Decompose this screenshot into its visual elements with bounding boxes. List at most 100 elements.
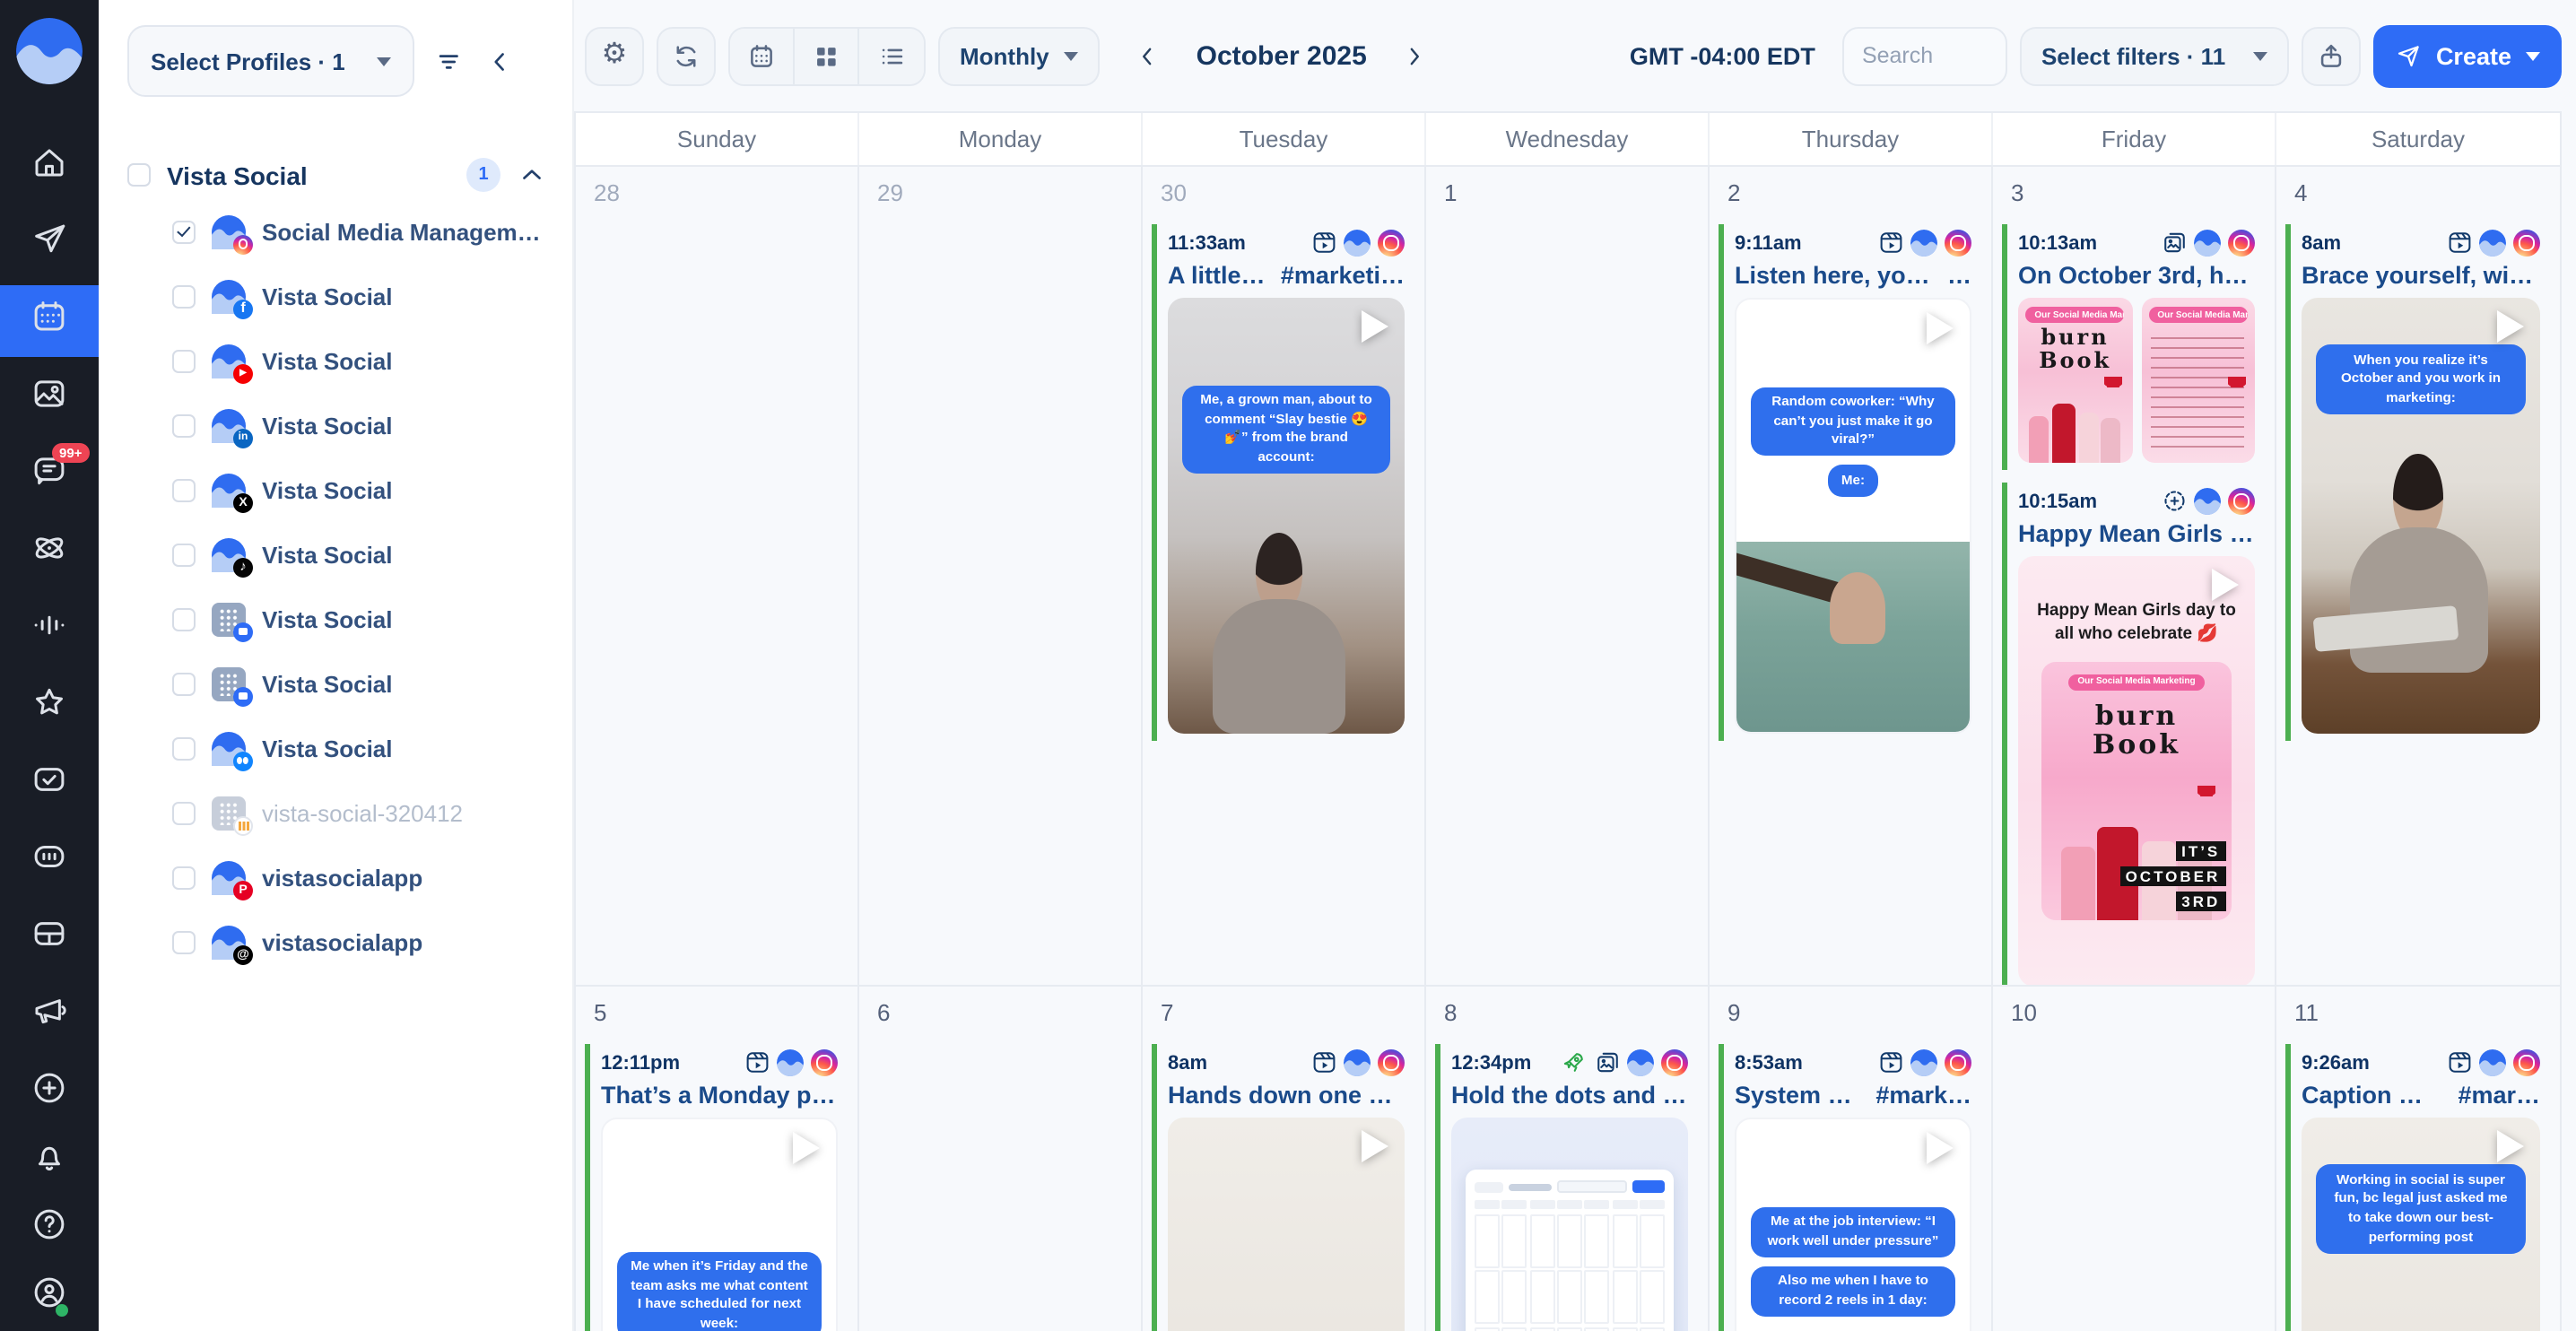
collapse-panel-button[interactable] bbox=[484, 46, 515, 76]
profile-row[interactable]: Vista Social bbox=[127, 587, 547, 651]
sidebar-item-send[interactable] bbox=[0, 207, 99, 279]
profile-row[interactable]: Vista Social bbox=[127, 393, 547, 457]
profile-checkbox[interactable] bbox=[172, 866, 196, 889]
profile-row[interactable]: Vista Social bbox=[127, 457, 547, 522]
profile-checkbox[interactable] bbox=[172, 220, 196, 243]
post-card[interactable]: 12:11pmThat’s a Monday proble…Me when it… bbox=[585, 1044, 845, 1331]
list-view-button[interactable] bbox=[859, 28, 924, 83]
export-button[interactable] bbox=[2302, 26, 2361, 85]
calendar-cell[interactable]: 28 bbox=[576, 167, 859, 985]
group-checkbox[interactable] bbox=[127, 163, 151, 187]
post-thumbnail[interactable]: Me at the job interview: “I work well un… bbox=[1735, 1118, 1971, 1331]
post-card[interactable]: 8amHands down one of the… bbox=[1152, 1044, 1412, 1331]
post-card[interactable]: 11:33amA little BTS#marketi…Me, a grown … bbox=[1152, 224, 1412, 741]
sidebar-item-plus[interactable] bbox=[0, 1058, 99, 1127]
period-dropdown[interactable]: Monthly bbox=[938, 26, 1100, 85]
rocket-icon bbox=[1561, 1050, 1587, 1076]
profile-row[interactable]: Vista Social bbox=[127, 264, 547, 328]
sidebar-item-image[interactable] bbox=[0, 361, 99, 433]
sidebar-item-bell[interactable] bbox=[0, 1127, 99, 1195]
calendar-cell[interactable]: 310:13amOn October 3rd, he ask…Our Socia… bbox=[1993, 167, 2276, 985]
sidebar-item-help[interactable] bbox=[0, 1195, 99, 1263]
sidebar-item-layout[interactable] bbox=[0, 901, 99, 973]
profile-group-row[interactable]: Vista Social 1 bbox=[127, 158, 547, 192]
calendar-cell[interactable]: 512:11pmThat’s a Monday proble…Me when i… bbox=[576, 987, 859, 1331]
post-thumbnail[interactable] bbox=[1168, 1118, 1405, 1331]
sidebar-item-star[interactable] bbox=[0, 670, 99, 742]
next-month-button[interactable] bbox=[1394, 32, 1437, 79]
post-title: That’s a Monday proble… bbox=[601, 1078, 838, 1112]
sidebar-item-calendar[interactable] bbox=[0, 284, 99, 356]
post-card[interactable]: 12:34pmHold the dots and scrol… bbox=[1435, 1044, 1695, 1331]
filters-dropdown[interactable]: Select filters · 11 bbox=[2020, 26, 2289, 85]
sidebar-item-home[interactable] bbox=[0, 130, 99, 202]
select-profiles-dropdown[interactable]: Select Profiles · 1 bbox=[127, 25, 414, 97]
profile-checkbox[interactable] bbox=[172, 672, 196, 695]
post-thumbnail[interactable]: Random coworker: “Why can’t you just mak… bbox=[1735, 298, 1971, 734]
post-card[interactable]: 9:26amCaption 😐👍#mar…Working in social i… bbox=[2285, 1044, 2547, 1331]
profile-checkbox[interactable] bbox=[172, 736, 196, 760]
sidebar-item-user[interactable] bbox=[0, 1263, 99, 1331]
search-input[interactable] bbox=[1842, 26, 2007, 85]
instagram-icon bbox=[811, 1049, 838, 1076]
post-thumbnail[interactable]: When you realize it’s October and you wo… bbox=[2302, 298, 2540, 734]
calendar-cell[interactable]: 3011:33amA little BTS#marketi…Me, a grow… bbox=[1143, 167, 1426, 985]
profile-row[interactable]: vista-social-320412 bbox=[127, 780, 547, 845]
sidebar-item-network[interactable] bbox=[0, 516, 99, 587]
profile-checkbox[interactable] bbox=[172, 801, 196, 824]
calendar-cell[interactable]: 98:53amSystem error#mark…Me at the job i… bbox=[1710, 987, 1993, 1331]
calendar-cell[interactable]: 1 bbox=[1426, 167, 1710, 985]
post-card[interactable]: 8amBrace yourself, winter is…When you re… bbox=[2285, 224, 2547, 741]
refresh-button[interactable] bbox=[657, 26, 716, 85]
post-thumbnail[interactable]: Our Social Media Marketingburn BookOur S… bbox=[2018, 298, 2255, 463]
post-thumbnail[interactable] bbox=[1451, 1118, 1688, 1331]
profile-checkbox[interactable] bbox=[172, 413, 196, 437]
post-thumbnail[interactable]: Me when it’s Friday and the team asks me… bbox=[601, 1118, 838, 1331]
settings-button[interactable]: ⚙ bbox=[585, 26, 644, 85]
profile-row[interactable]: vistasocialapp bbox=[127, 909, 547, 974]
reels-icon bbox=[1877, 1050, 1903, 1076]
calendar-cell[interactable]: 29 bbox=[859, 167, 1143, 985]
profile-row[interactable]: Vista Social bbox=[127, 328, 547, 393]
sidebar-item-check-square[interactable] bbox=[0, 747, 99, 819]
post-thumbnail[interactable]: Happy Mean Girls day to all who celebrat… bbox=[2018, 556, 2255, 985]
calendar-cell[interactable]: 29:11amListen here, you little……Random c… bbox=[1710, 167, 1993, 985]
profile-row[interactable]: Social Media Managem… bbox=[127, 199, 547, 264]
previous-month-button[interactable] bbox=[1127, 32, 1170, 79]
calendar-cell[interactable]: 6 bbox=[859, 987, 1143, 1331]
post-card[interactable]: 9:11amListen here, you little……Random co… bbox=[1719, 224, 1979, 741]
profile-row[interactable]: vistasocialapp bbox=[127, 845, 547, 909]
profile-row[interactable]: Vista Social bbox=[127, 716, 547, 780]
sidebar-item-megaphone[interactable] bbox=[0, 979, 99, 1050]
post-card[interactable]: 10:13amOn October 3rd, he ask…Our Social… bbox=[2002, 224, 2262, 470]
post-thumbnail[interactable]: Working in social is super fun, bc legal… bbox=[2302, 1118, 2540, 1331]
chevron-right-icon bbox=[1402, 42, 1429, 69]
calendar-cell[interactable]: 48amBrace yourself, winter is…When you r… bbox=[2276, 167, 2560, 985]
day-header: Wednesday bbox=[1426, 113, 1710, 165]
calendar-cell[interactable]: 10 bbox=[1993, 987, 2276, 1331]
post-card[interactable]: 8:53amSystem error#mark…Me at the job in… bbox=[1719, 1044, 1979, 1331]
filter-profiles-button[interactable] bbox=[434, 46, 465, 76]
sidebar-item-chat[interactable]: 99+ bbox=[0, 439, 99, 510]
profile-checkbox[interactable] bbox=[172, 284, 196, 308]
collapse-group-button[interactable] bbox=[517, 160, 547, 190]
gear-icon: ⚙ bbox=[602, 41, 628, 70]
post-card[interactable]: 10:15amHappy Mean Girls day t…Happy Mean… bbox=[2002, 483, 2262, 985]
create-button[interactable]: Create bbox=[2373, 24, 2562, 87]
profile-row[interactable]: Vista Social bbox=[127, 522, 547, 587]
calendar-view-button[interactable] bbox=[730, 28, 795, 83]
calendar-cell[interactable]: 78amHands down one of the… bbox=[1143, 987, 1426, 1331]
profile-checkbox[interactable] bbox=[172, 607, 196, 631]
profile-row[interactable]: Vista Social bbox=[127, 651, 547, 716]
profile-checkbox[interactable] bbox=[172, 930, 196, 953]
sidebar-item-report[interactable] bbox=[0, 824, 99, 896]
linkedin-badge-icon bbox=[233, 428, 253, 448]
profile-checkbox[interactable] bbox=[172, 478, 196, 501]
grid-view-button[interactable] bbox=[795, 28, 859, 83]
sidebar-item-waveform[interactable] bbox=[0, 593, 99, 665]
profile-checkbox[interactable] bbox=[172, 349, 196, 372]
profile-checkbox[interactable] bbox=[172, 543, 196, 566]
calendar-cell[interactable]: 119:26amCaption 😐👍#mar…Working in social… bbox=[2276, 987, 2560, 1331]
calendar-cell[interactable]: 812:34pmHold the dots and scrol… bbox=[1426, 987, 1710, 1331]
post-thumbnail[interactable]: Me, a grown man, about to comment “Slay … bbox=[1168, 298, 1405, 734]
